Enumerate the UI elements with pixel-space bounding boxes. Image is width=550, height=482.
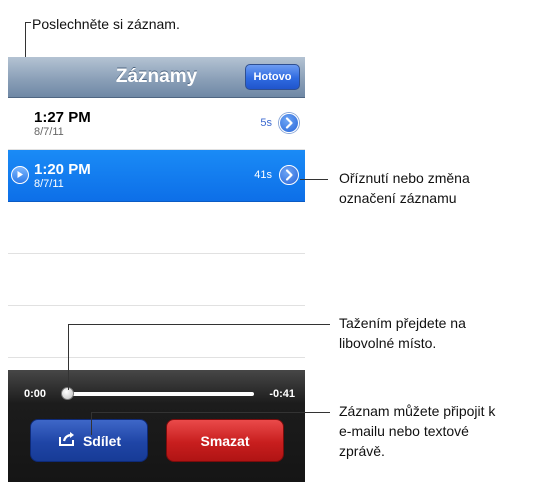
empty-row [8,306,305,358]
recording-duration: 5s [260,117,272,129]
recording-time: 1:27 PM [34,109,91,126]
recording-date: 8/7/11 [34,126,64,138]
elapsed-time: 0:00 [24,388,47,400]
callout-share-line-1: Záznam můžete připojit k [339,403,496,419]
recording-date: 8/7/11 [34,178,64,190]
recording-time: 1:20 PM [34,161,91,178]
callout-listen-text: Poslechněte si záznam. [32,16,180,32]
recording-row-selected[interactable]: 1:20 PM 8/7/11 41s [8,150,305,202]
callout-scrub-line-2: libovolné místo. [339,335,437,351]
callout-share-line-2: e-mailu nebo textové [339,423,469,439]
callout-share: Záznam můžete připojit k e-mailu nebo te… [339,401,495,461]
delete-label: Smazat [200,432,250,449]
callout-listen-line-horizontal [25,22,31,23]
callout-listen: Poslechněte si záznam. [32,14,180,34]
voice-memos-screen: Záznamy Hotovo 1:27 PM 8/7/11 5s 1:20 PM… [8,57,305,482]
callout-scrub: Tažením přejdete na libovolné místo. [339,313,466,353]
delete-button[interactable]: Smazat [166,419,284,462]
callout-trim-line [300,179,328,180]
remaining-time: -0:41 [269,388,295,400]
chevron-right-icon[interactable] [279,165,299,185]
recording-row[interactable]: 1:27 PM 8/7/11 5s [8,98,305,150]
navigation-bar: Záznamy Hotovo [8,57,305,98]
playback-panel: 0:00 -0:41 Sdílet Smazat [8,370,305,482]
scrubber-track[interactable] [64,392,254,396]
callout-scrub-line-1: Tažením přejdete na [339,315,466,331]
callout-scrub-line-horizontal [68,324,330,325]
share-arrow-icon [57,431,77,450]
callout-scrub-line-vertical [68,324,69,390]
done-button[interactable]: Hotovo [245,64,300,90]
callout-share-line-vertical [91,412,92,435]
callout-share-line-horizontal [91,412,330,413]
recording-duration: 41s [254,169,272,181]
share-label: Sdílet [82,432,122,449]
chevron-right-icon[interactable] [279,113,299,133]
recordings-list: 1:27 PM 8/7/11 5s 1:20 PM 8/7/11 41s [8,98,305,358]
share-button[interactable]: Sdílet [30,419,148,462]
callout-trim-line-2: označení záznamu [339,190,457,206]
callout-trim-line-1: Oříznutí nebo změna [339,170,470,186]
callout-share-line-3: zprávě. [339,443,385,459]
empty-row [8,202,305,254]
play-icon[interactable] [11,166,29,184]
empty-row [8,254,305,306]
callout-trim: Oříznutí nebo změna označení záznamu [339,168,470,208]
